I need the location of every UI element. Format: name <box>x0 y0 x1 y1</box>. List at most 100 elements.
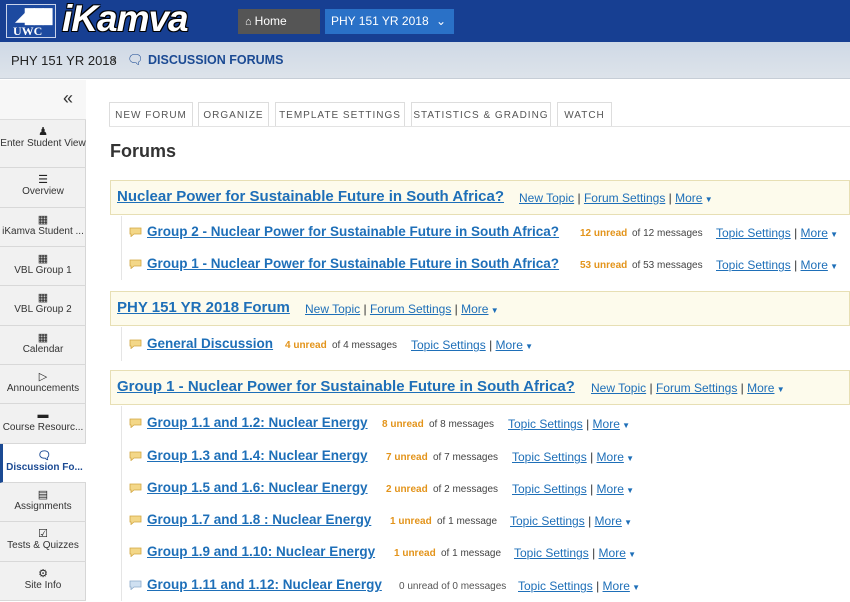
forum-settings-link[interactable]: Forum Settings <box>370 302 451 316</box>
brand-name[interactable]: iKamva <box>62 0 189 40</box>
more-link[interactable]: More <box>599 546 626 560</box>
unread-count: 2 unread <box>386 484 428 495</box>
tool-sidebar: « ♟ Enter Student View ☰ Overview ▦ iKam… <box>0 80 86 601</box>
topic-title-link[interactable]: Group 1.9 and 1.10: Nuclear Energy <box>147 544 375 559</box>
topic-settings-link[interactable]: Topic Settings <box>512 450 587 464</box>
topic-title-link[interactable]: General Discussion <box>147 336 273 351</box>
topic-title-link[interactable]: Group 1.11 and 1.12: Nuclear Energy <box>147 577 382 592</box>
sidebar-item-assignments[interactable]: ▤ Assignments <box>0 483 86 522</box>
topic-settings-link[interactable]: Topic Settings <box>716 258 791 272</box>
tab-organize[interactable]: ORGANIZE <box>198 102 269 127</box>
topic-actions: Topic Settings | More ▼ <box>514 546 637 560</box>
tab-statistics-grading[interactable]: STATISTICS & GRADING <box>411 102 551 127</box>
calendar-icon: ▦ <box>37 332 49 344</box>
book-icon: ▦ <box>37 214 49 226</box>
new-topic-link[interactable]: New Topic <box>591 381 646 395</box>
more-link[interactable]: More <box>603 579 630 593</box>
book-icon: ▦ <box>37 292 49 304</box>
message-count: of 2 messages <box>433 484 499 495</box>
logo-text: UWC <box>13 24 43 38</box>
more-link[interactable]: More <box>593 417 620 431</box>
caret-down-icon: ▼ <box>774 385 785 394</box>
more-link[interactable]: More <box>801 226 828 240</box>
topic-settings-link[interactable]: Topic Settings <box>518 579 593 593</box>
unread-count: 1 unread <box>394 548 436 559</box>
speech-bubble-icon <box>129 547 142 557</box>
speech-bubble-icon <box>129 418 142 428</box>
forum-settings-link[interactable]: Forum Settings <box>656 381 737 395</box>
message-count: of 53 messages <box>632 260 703 271</box>
more-link[interactable]: More <box>597 482 624 496</box>
topic-row: Group 1.5 and 1.6: Nuclear Energy 2 unre… <box>123 473 850 505</box>
tab-watch[interactable]: WATCH <box>557 102 612 127</box>
forum-header: Nuclear Power for Sustainable Future in … <box>110 180 850 215</box>
topic-row: Group 1.1 and 1.2: Nuclear Energy 8 unre… <box>123 408 850 440</box>
sidebar-item-vbl-group-2[interactable]: ▦ VBL Group 2 <box>0 286 86 326</box>
topic-settings-link[interactable]: Topic Settings <box>411 338 486 352</box>
forum-title-link[interactable]: Nuclear Power for Sustainable Future in … <box>117 188 504 205</box>
sidebar-item-tests-quizzes[interactable]: ☑ Tests & Quizzes <box>0 522 86 562</box>
topic-settings-link[interactable]: Topic Settings <box>510 514 585 528</box>
topic-settings-link[interactable]: Topic Settings <box>508 417 583 431</box>
tab-new-forum[interactable]: NEW FORUM <box>109 102 193 127</box>
page-title: Forums <box>110 141 177 161</box>
topic-settings-link[interactable]: Topic Settings <box>716 226 791 240</box>
topic-actions: Topic Settings | More ▼ <box>716 226 839 240</box>
more-link[interactable]: More <box>461 302 488 316</box>
sidebar-item-calendar[interactable]: ▦ Calendar <box>0 326 86 365</box>
unread-count: 8 unread <box>382 419 424 430</box>
caret-down-icon: ▼ <box>827 262 839 271</box>
more-link[interactable]: More <box>801 258 828 272</box>
sidebar-item-course-resources[interactable]: ▬ Course Resourc... <box>0 404 86 444</box>
unread-count: 0 unread of 0 messages <box>399 581 507 592</box>
topic-title-link[interactable]: Group 1 - Nuclear Power for Sustainable … <box>147 256 559 271</box>
home-button[interactable]: ⌂ Home <box>238 9 320 34</box>
topic-list-divider <box>121 216 122 280</box>
caret-down-icon: ▼ <box>619 421 631 430</box>
sidebar-item-vbl-group-1[interactable]: ▦ VBL Group 1 <box>0 247 86 286</box>
uwc-logo[interactable]: ◢███ UWC <box>6 4 56 38</box>
forum-title-link[interactable]: PHY 151 YR 2018 Forum <box>117 299 290 316</box>
collapse-sidebar-button[interactable]: « <box>0 80 86 120</box>
sidebar-item-ikamva-student[interactable]: ▦ iKamva Student ... <box>0 208 86 247</box>
caret-down-icon: ▼ <box>702 195 713 204</box>
caret-down-icon: ▼ <box>625 550 637 559</box>
topic-title-link[interactable]: Group 2 - Nuclear Power for Sustainable … <box>147 224 559 239</box>
more-link[interactable]: More <box>675 191 702 205</box>
megaphone-icon: ▷ <box>38 371 48 383</box>
topic-title-link[interactable]: Group 1.3 and 1.4: Nuclear Energy <box>147 448 368 463</box>
speech-bubble-icon <box>129 339 142 349</box>
sidebar-item-student-view[interactable]: ♟ Enter Student View <box>0 120 86 168</box>
forum-settings-link[interactable]: Forum Settings <box>584 191 665 205</box>
tab-template-settings[interactable]: TEMPLATE SETTINGS <box>275 102 405 127</box>
sidebar-item-discussion-forums[interactable]: 🗨 Discussion Fo... <box>0 444 86 483</box>
new-topic-link[interactable]: New Topic <box>305 302 360 316</box>
topic-title-link[interactable]: Group 1.1 and 1.2: Nuclear Energy <box>147 415 368 430</box>
sidebar-item-label: Assignments <box>14 501 72 512</box>
sidebar-item-announcements[interactable]: ▷ Announcements <box>0 365 86 404</box>
more-link[interactable]: More <box>597 450 624 464</box>
topic-settings-link[interactable]: Topic Settings <box>514 546 589 560</box>
sidebar-item-overview[interactable]: ☰ Overview <box>0 168 86 208</box>
folder-icon: ▬ <box>37 409 49 421</box>
topic-list-divider <box>121 406 122 601</box>
chat-icon: 🗨 <box>37 450 52 462</box>
breadcrumb-site[interactable]: PHY 151 YR 2018 <box>11 53 117 68</box>
topic-actions: Topic Settings | More ▼ <box>510 514 633 528</box>
sidebar-item-label: Enter Student View <box>0 138 86 149</box>
new-topic-link[interactable]: New Topic <box>519 191 574 205</box>
more-link[interactable]: More <box>747 381 774 395</box>
speech-bubble-icon <box>129 483 142 493</box>
forum-actions: New Topic | Forum Settings | More ▼ <box>519 191 713 205</box>
more-link[interactable]: More <box>496 338 523 352</box>
current-site-button[interactable]: PHY 151 YR 2018 ⌄ <box>325 9 454 34</box>
sidebar-item-label: Discussion Fo... <box>6 462 83 473</box>
sidebar-item-site-info[interactable]: ⚙ Site Info <box>0 562 86 601</box>
topic-title-link[interactable]: Group 1.7 and 1.8 : Nuclear Energy <box>147 512 371 527</box>
topic-settings-link[interactable]: Topic Settings <box>512 482 587 496</box>
sidebar-item-label: VBL Group 1 <box>14 265 72 276</box>
topic-title-link[interactable]: Group 1.5 and 1.6: Nuclear Energy <box>147 480 368 495</box>
more-link[interactable]: More <box>595 514 622 528</box>
gear-icon: ⚙ <box>38 568 48 580</box>
forum-title-link[interactable]: Group 1 - Nuclear Power for Sustainable … <box>117 378 575 395</box>
